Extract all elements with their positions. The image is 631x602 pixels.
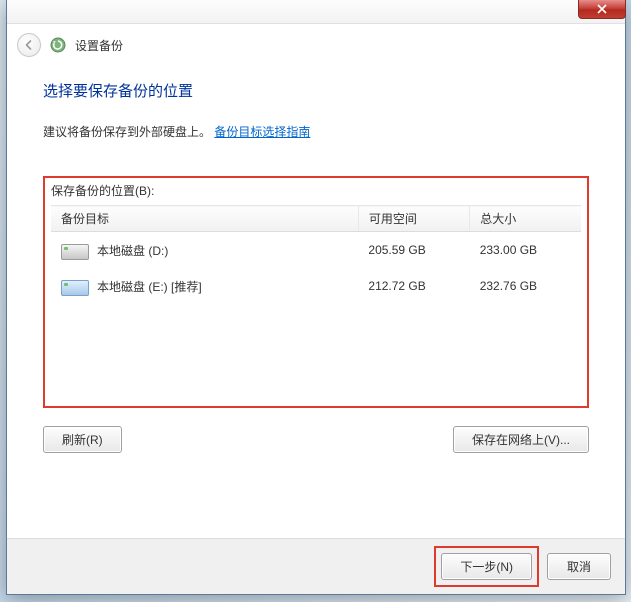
drive-total: 232.76 GB [470, 268, 581, 304]
hint-row: 建议将备份保存到外部硬盘上。 备份目标选择指南 [43, 123, 589, 140]
backup-icon [49, 36, 67, 54]
header-title: 设置备份 [75, 37, 123, 54]
drive-free: 212.72 GB [358, 268, 469, 304]
page-heading: 选择要保存备份的位置 [43, 80, 589, 101]
drive-name: 本地磁盘 (D:) [97, 242, 168, 259]
col-free[interactable]: 可用空间 [358, 206, 469, 232]
cancel-button[interactable]: 取消 [547, 553, 611, 580]
drive-free: 205.59 GB [358, 232, 469, 269]
content-area: 选择要保存备份的位置 建议将备份保存到外部硬盘上。 备份目标选择指南 保存备份的… [7, 66, 625, 408]
save-location-label: 保存备份的位置(B): [51, 182, 581, 199]
col-total[interactable]: 总大小 [470, 206, 581, 232]
next-button[interactable]: 下一步(N) [441, 553, 532, 580]
titlebar [7, 0, 625, 24]
footer: 下一步(N) 取消 [7, 538, 625, 594]
hint-link[interactable]: 备份目标选择指南 [214, 125, 310, 139]
save-network-button[interactable]: 保存在网络上(V)... [453, 426, 589, 453]
table-row[interactable]: 本地磁盘 (E:) [推荐] 212.72 GB 232.76 GB [51, 268, 581, 304]
close-button[interactable] [578, 0, 626, 19]
drive-list-highlight: 保存备份的位置(B): 备份目标 可用空间 总大小 本地磁盘 (D:) 205.… [43, 176, 589, 408]
drive-table: 备份目标 可用空间 总大小 本地磁盘 (D:) 205.59 GB 233.00… [51, 205, 581, 304]
wizard-header: 设置备份 [7, 24, 625, 66]
drive-total: 233.00 GB [470, 232, 581, 269]
backup-wizard-window: 设置备份 选择要保存备份的位置 建议将备份保存到外部硬盘上。 备份目标选择指南 … [6, 0, 626, 595]
table-row[interactable]: 本地磁盘 (D:) 205.59 GB 233.00 GB [51, 232, 581, 269]
drive-icon [61, 276, 87, 296]
next-button-highlight: 下一步(N) [434, 546, 539, 587]
mid-button-row: 刷新(R) 保存在网络上(V)... [7, 426, 625, 453]
drive-icon [61, 240, 87, 260]
col-target[interactable]: 备份目标 [51, 206, 358, 232]
drive-name: 本地磁盘 (E:) [推荐] [97, 278, 202, 295]
back-arrow-icon [23, 39, 35, 51]
back-button[interactable] [17, 33, 41, 57]
close-icon [597, 4, 607, 14]
hint-text: 建议将备份保存到外部硬盘上。 [43, 125, 211, 139]
refresh-button[interactable]: 刷新(R) [43, 426, 122, 453]
